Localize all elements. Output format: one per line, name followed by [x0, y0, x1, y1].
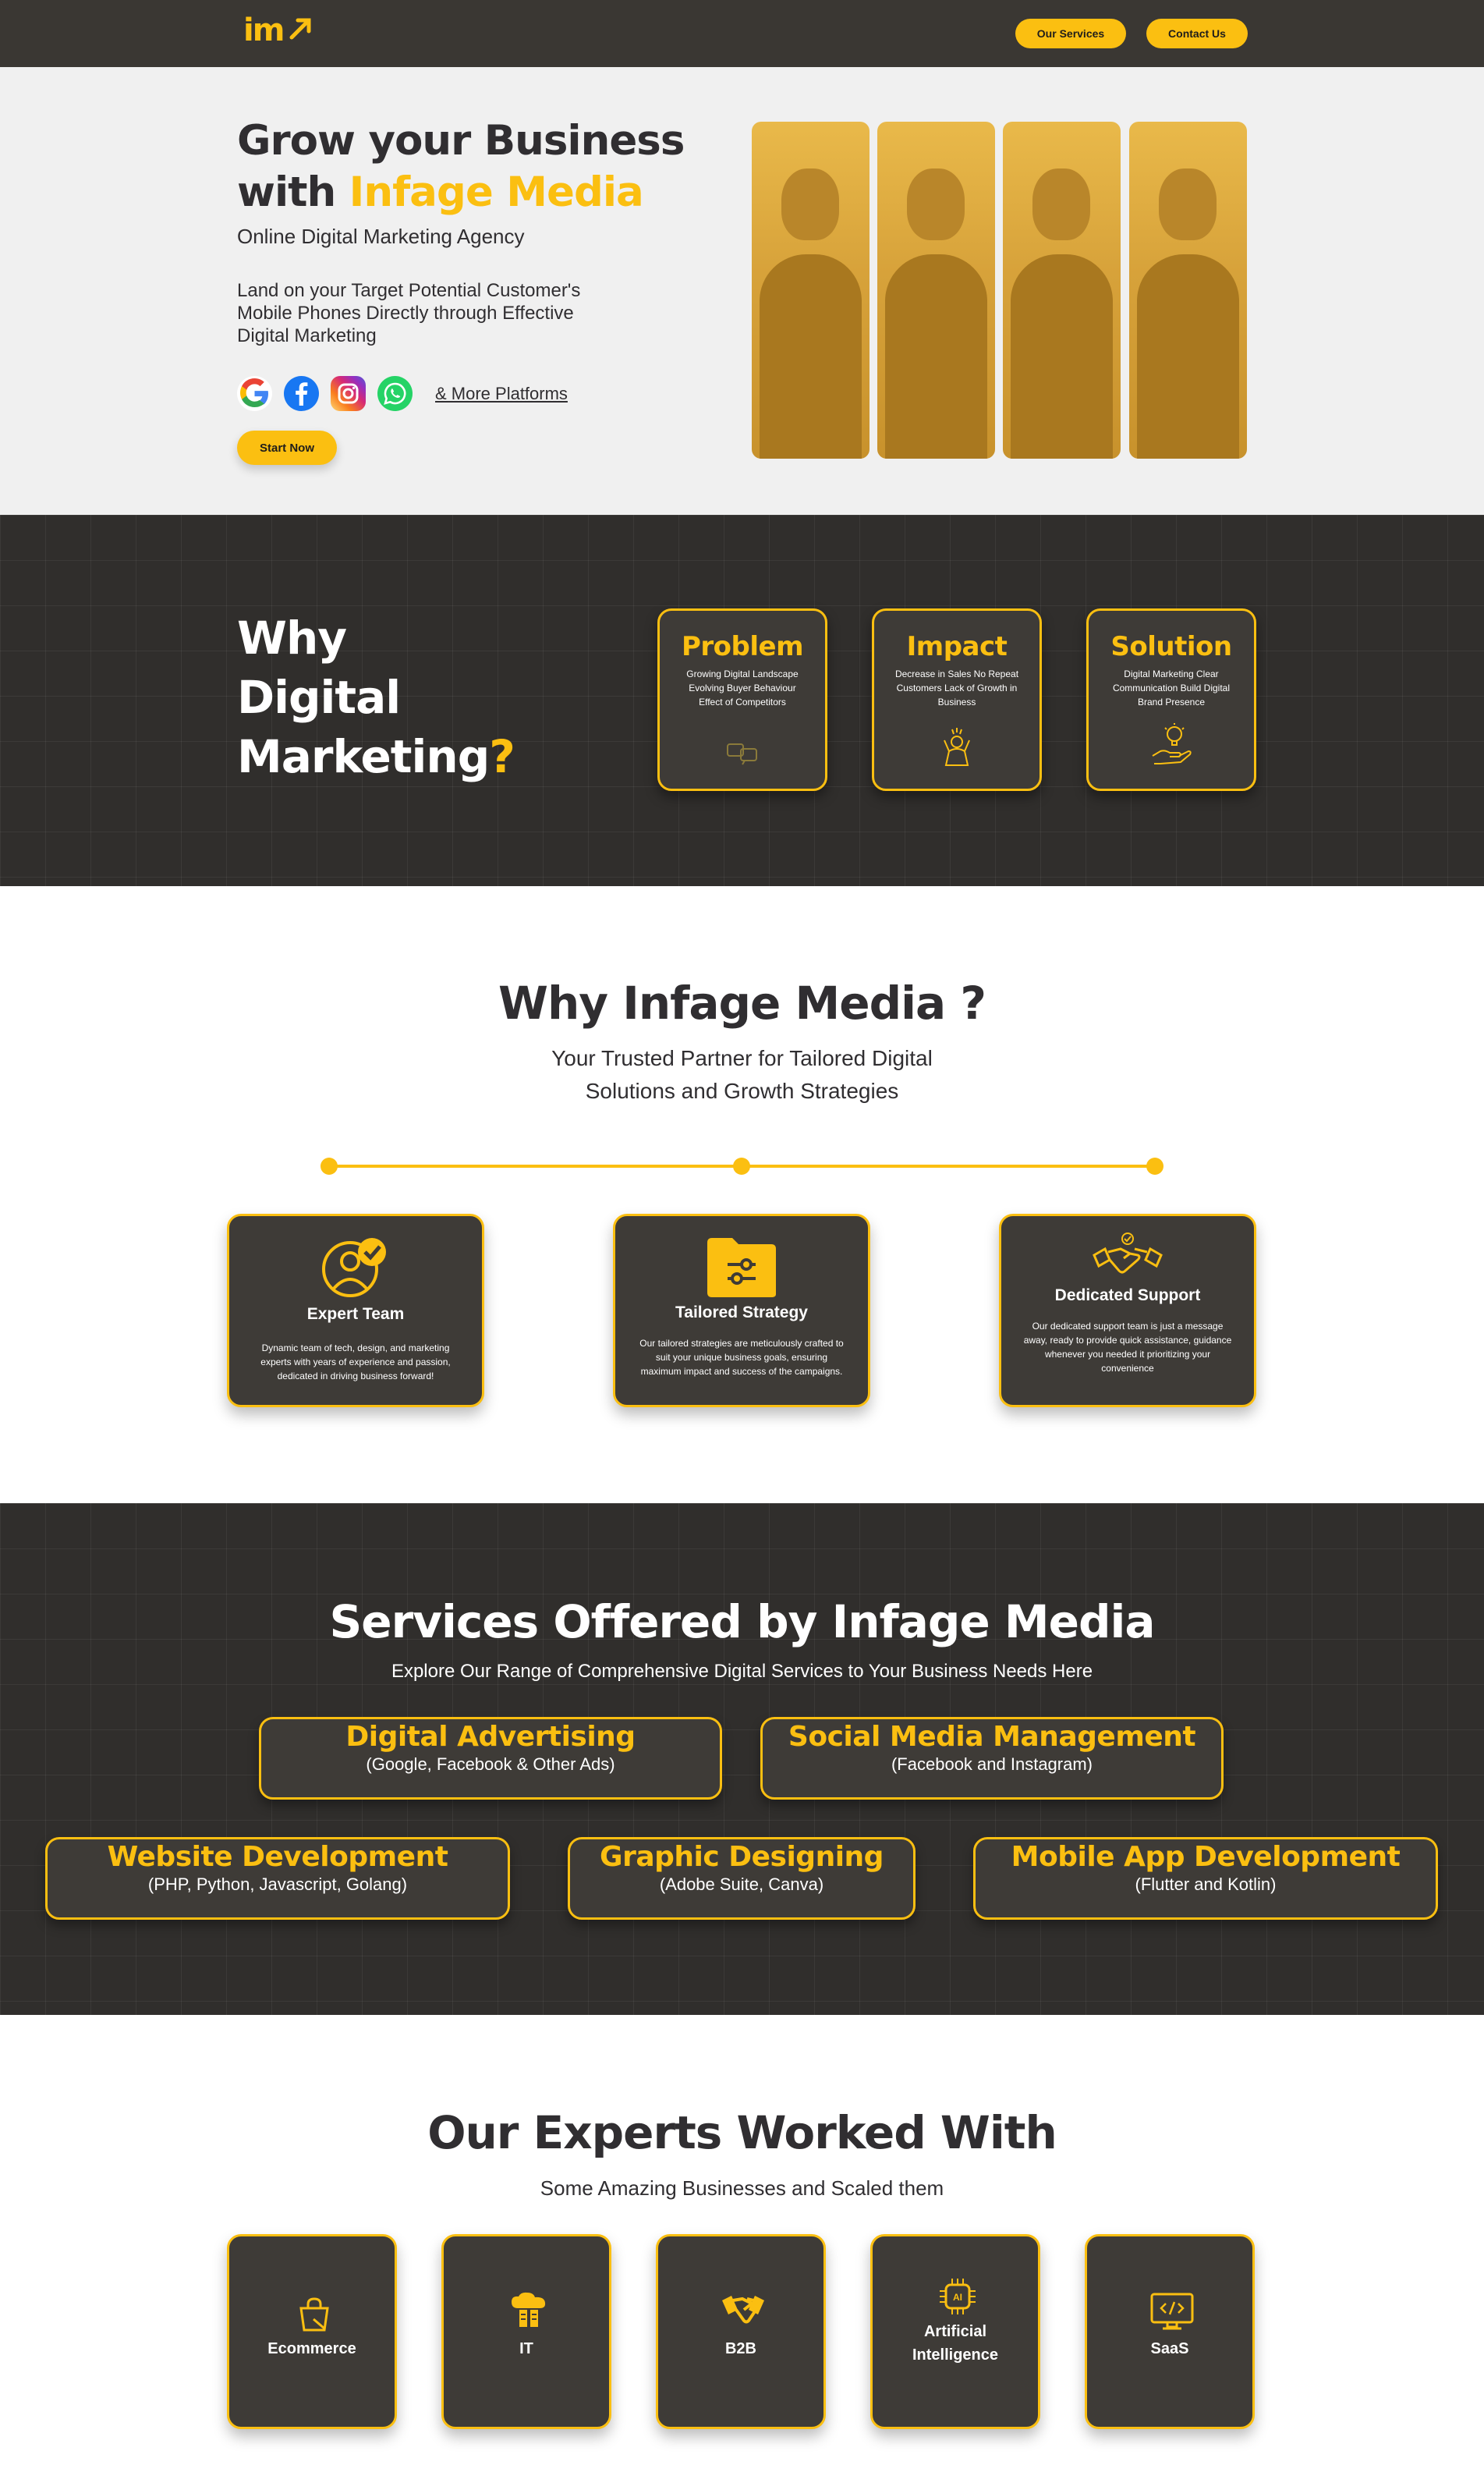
tailored-strategy-card: Tailored Strategy Our tailored strategie… [613, 1214, 870, 1407]
services-title: Services Offered by Infage Media [329, 1595, 1156, 1648]
team-photo-1 [752, 122, 870, 459]
timeline-dot [1146, 1158, 1163, 1175]
why-infage-subtitle-line2: Solutions and Growth Strategies [585, 1079, 899, 1103]
industry-it: IT [441, 2234, 611, 2429]
handshake-icon [722, 2296, 764, 2324]
cloud-server-icon [512, 2292, 546, 2327]
service-social-media-management[interactable]: Social Media Management (Facebook and In… [760, 1717, 1224, 1800]
handshake-icon [1093, 1232, 1163, 1274]
facebook-icon [284, 376, 319, 411]
problem-card: Problem Growing Digital Landscape Evolvi… [657, 608, 827, 791]
hero-title: Grow your Business with Infage Media [237, 117, 685, 216]
timeline-dot [733, 1158, 750, 1175]
service-mobile-app-development[interactable]: Mobile App Development (Flutter and Kotl… [973, 1837, 1438, 1920]
why-digital-title: Why Digital Marketing? [237, 612, 515, 783]
hero-title-highlight: Infage Media [349, 168, 644, 216]
service-website-development[interactable]: Website Development (PHP, Python, Javasc… [45, 1837, 510, 1920]
svg-text:AI: AI [953, 2292, 962, 2303]
service-digital-advertising[interactable]: Digital Advertising (Google, Facebook & … [259, 1717, 722, 1800]
team-photo-2 [877, 122, 995, 459]
shopping-bag-icon [299, 2297, 329, 2332]
experts-title: Our Experts Worked With [427, 2106, 1057, 2159]
brand-logo[interactable]: im [243, 12, 311, 48]
chat-bubbles-icon [727, 743, 757, 765]
services-section: Services Offered by Infage Media Explore… [0, 1503, 1484, 2015]
whatsapp-icon [377, 376, 413, 411]
expert-team-icon [322, 1238, 386, 1297]
platform-icons: & More Platforms [237, 376, 568, 411]
code-monitor-icon [1150, 2293, 1194, 2330]
industry-saas: SaaS [1085, 2234, 1255, 2429]
logo-text: im [243, 12, 285, 48]
hero-section: Grow your Business with Infage Media Onl… [0, 67, 1484, 515]
dedicated-support-card: Dedicated Support Our dedicated support … [999, 1214, 1256, 1407]
more-platforms-link[interactable]: & More Platforms [435, 384, 568, 404]
stressed-person-icon [944, 728, 970, 766]
contact-us-button[interactable]: Contact Us [1146, 19, 1248, 48]
why-infage-subtitle-line1: Your Trusted Partner for Tailored Digita… [551, 1046, 933, 1070]
service-graphic-designing[interactable]: Graphic Designing (Adobe Suite, Canva) [568, 1837, 916, 1920]
why-infage-title: Why Infage Media ? [498, 977, 986, 1030]
team-photo-4 [1129, 122, 1247, 459]
industry-ecommerce: Ecommerce [227, 2234, 397, 2429]
timeline-dot [321, 1158, 338, 1175]
impact-card: Impact Decrease in Sales No Repeat Custo… [872, 608, 1042, 791]
logo-arrow-icon [289, 18, 311, 40]
ai-chip-icon: AI [940, 2279, 976, 2314]
our-services-button[interactable]: Our Services [1015, 19, 1126, 48]
industry-b2b: B2B [656, 2234, 826, 2429]
industry-ai: AI Artificial Intelligence [870, 2234, 1040, 2429]
top-navbar: im Our Services Contact Us [0, 0, 1484, 67]
idea-hand-icon [1152, 723, 1192, 764]
team-photo-3 [1003, 122, 1121, 459]
instagram-icon [331, 376, 366, 411]
experts-subtitle: Some Amazing Businesses and Scaled them [540, 2176, 944, 2200]
hero-subtitle: Online Digital Marketing Agency [237, 225, 525, 248]
solution-card: Solution Digital Marketing Clear Communi… [1086, 608, 1256, 791]
folder-settings-icon [707, 1238, 776, 1297]
start-now-button[interactable]: Start Now [237, 431, 337, 465]
why-digital-section: Why Digital Marketing? Problem Growing D… [0, 515, 1484, 886]
google-icon [237, 376, 272, 411]
services-subtitle: Explore Our Range of Comprehensive Digit… [391, 1661, 1093, 1682]
hero-description: Land on your Target Potential Customer's… [237, 280, 581, 346]
expert-team-card: Expert Team Dynamic team of tech, design… [227, 1214, 484, 1407]
